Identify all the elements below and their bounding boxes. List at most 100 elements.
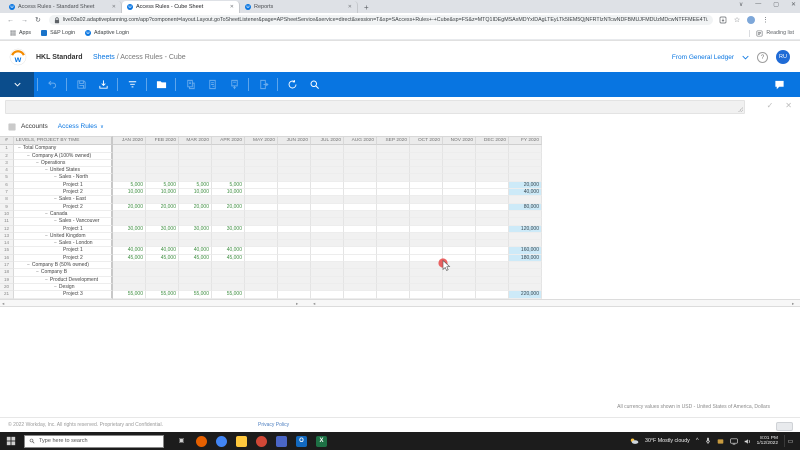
month-cell[interactable] bbox=[245, 291, 278, 299]
month-cell[interactable] bbox=[245, 240, 278, 248]
month-cell[interactable]: 40,000 bbox=[146, 247, 179, 255]
month-cell[interactable]: 20,000 bbox=[146, 203, 179, 211]
month-cell[interactable] bbox=[377, 240, 410, 248]
collapse-icon[interactable]: − bbox=[45, 233, 48, 239]
month-cell[interactable] bbox=[476, 218, 509, 226]
month-cell[interactable] bbox=[344, 276, 377, 284]
column-header[interactable]: MAR 2020 bbox=[179, 136, 212, 146]
row-label[interactable]: − United Kingdom bbox=[14, 232, 113, 241]
fy-total-cell[interactable] bbox=[509, 152, 542, 160]
chevron-down-icon[interactable] bbox=[742, 55, 749, 60]
fy-total-cell[interactable] bbox=[509, 145, 542, 153]
month-cell[interactable]: 45,000 bbox=[113, 254, 146, 263]
collapse-icon[interactable]: − bbox=[54, 218, 57, 224]
month-cell[interactable] bbox=[212, 167, 245, 175]
kebab-menu-icon[interactable]: ⋮ bbox=[762, 16, 769, 24]
month-cell[interactable] bbox=[344, 218, 377, 226]
month-cell[interactable] bbox=[278, 232, 311, 241]
row-label[interactable]: Project 3 bbox=[14, 291, 113, 299]
month-cell[interactable] bbox=[476, 167, 509, 175]
month-cell[interactable] bbox=[113, 196, 146, 204]
month-cell[interactable] bbox=[146, 218, 179, 226]
month-cell[interactable] bbox=[278, 181, 311, 190]
month-cell[interactable] bbox=[377, 196, 410, 204]
browser-profile-avatar[interactable] bbox=[747, 16, 756, 24]
row-label[interactable]: Project 1 bbox=[14, 225, 113, 233]
month-cell[interactable] bbox=[179, 145, 212, 153]
reload-icon[interactable]: ↻ bbox=[35, 16, 41, 24]
month-cell[interactable] bbox=[146, 152, 179, 160]
month-cell[interactable] bbox=[443, 218, 476, 226]
month-cell[interactable] bbox=[377, 269, 410, 277]
tab-search-icon[interactable]: ∨ bbox=[739, 1, 743, 8]
month-cell[interactable] bbox=[443, 232, 476, 241]
month-cell[interactable] bbox=[476, 152, 509, 160]
month-cell[interactable] bbox=[311, 240, 344, 248]
month-cell[interactable] bbox=[377, 152, 410, 160]
month-cell[interactable] bbox=[476, 269, 509, 277]
month-cell[interactable] bbox=[410, 159, 443, 168]
month-cell[interactable] bbox=[179, 152, 212, 160]
collapse-icon[interactable]: − bbox=[54, 240, 57, 246]
month-cell[interactable] bbox=[113, 152, 146, 160]
month-cell[interactable] bbox=[476, 174, 509, 182]
month-cell[interactable] bbox=[311, 218, 344, 226]
month-cell[interactable] bbox=[344, 152, 377, 160]
fy-total-cell[interactable]: 80,000 bbox=[509, 203, 542, 211]
month-cell[interactable] bbox=[377, 210, 410, 219]
month-cell[interactable] bbox=[410, 262, 443, 270]
month-cell[interactable] bbox=[410, 276, 443, 284]
fy-total-cell[interactable]: 120,000 bbox=[509, 225, 542, 233]
collapse-icon[interactable]: − bbox=[45, 277, 48, 283]
month-cell[interactable] bbox=[311, 145, 344, 153]
month-cell[interactable] bbox=[410, 203, 443, 211]
excel-icon[interactable]: X bbox=[316, 435, 327, 447]
month-cell[interactable] bbox=[476, 291, 509, 299]
month-cell[interactable] bbox=[476, 203, 509, 211]
month-cell[interactable] bbox=[311, 152, 344, 160]
month-cell[interactable] bbox=[476, 283, 509, 292]
month-cell[interactable] bbox=[311, 276, 344, 284]
month-cell[interactable] bbox=[245, 210, 278, 219]
tab-close-icon[interactable]: ✕ bbox=[112, 4, 116, 10]
month-cell[interactable] bbox=[113, 167, 146, 175]
month-cell[interactable] bbox=[377, 247, 410, 255]
month-cell[interactable] bbox=[146, 196, 179, 204]
month-cell[interactable] bbox=[278, 159, 311, 168]
row-label[interactable]: − Sales - Vancouver bbox=[14, 218, 113, 226]
month-cell[interactable] bbox=[278, 174, 311, 182]
month-cell[interactable] bbox=[179, 218, 212, 226]
month-cell[interactable] bbox=[179, 210, 212, 219]
month-cell[interactable] bbox=[179, 159, 212, 168]
month-cell[interactable] bbox=[179, 232, 212, 241]
month-cell[interactable] bbox=[245, 181, 278, 190]
fy-total-cell[interactable]: 180,000 bbox=[509, 254, 542, 263]
row-label[interactable]: − Company B (50% owned) bbox=[14, 262, 113, 270]
month-cell[interactable]: 20,000 bbox=[113, 203, 146, 211]
month-cell[interactable] bbox=[443, 276, 476, 284]
row-label[interactable]: − United States bbox=[14, 167, 113, 175]
month-cell[interactable] bbox=[179, 174, 212, 182]
firefox-icon[interactable] bbox=[196, 435, 207, 447]
browser-tab[interactable]: w Access Rules - Standard Sheet ✕ bbox=[4, 1, 122, 13]
chrome-icon[interactable] bbox=[216, 435, 227, 447]
month-cell[interactable] bbox=[410, 240, 443, 248]
month-cell[interactable] bbox=[377, 262, 410, 270]
browser-tab[interactable]: w Reports ✕ bbox=[240, 1, 358, 13]
month-cell[interactable] bbox=[344, 262, 377, 270]
tab-close-icon[interactable]: ✕ bbox=[230, 4, 234, 10]
month-cell[interactable] bbox=[311, 291, 344, 299]
month-cell[interactable] bbox=[443, 254, 476, 263]
month-cell[interactable] bbox=[278, 269, 311, 277]
month-cell[interactable] bbox=[377, 232, 410, 241]
collapse-icon[interactable]: − bbox=[27, 262, 30, 268]
row-label[interactable]: − Sales - North bbox=[14, 174, 113, 182]
collapse-icon[interactable]: − bbox=[18, 145, 21, 151]
month-cell[interactable] bbox=[344, 159, 377, 168]
month-cell[interactable] bbox=[113, 218, 146, 226]
collapse-icon[interactable]: − bbox=[36, 269, 39, 275]
tab-close-icon[interactable]: ✕ bbox=[348, 4, 352, 10]
month-cell[interactable] bbox=[377, 254, 410, 263]
column-header[interactable]: SEP 2020 bbox=[377, 136, 410, 146]
row-label[interactable]: Project 2 bbox=[14, 203, 113, 211]
